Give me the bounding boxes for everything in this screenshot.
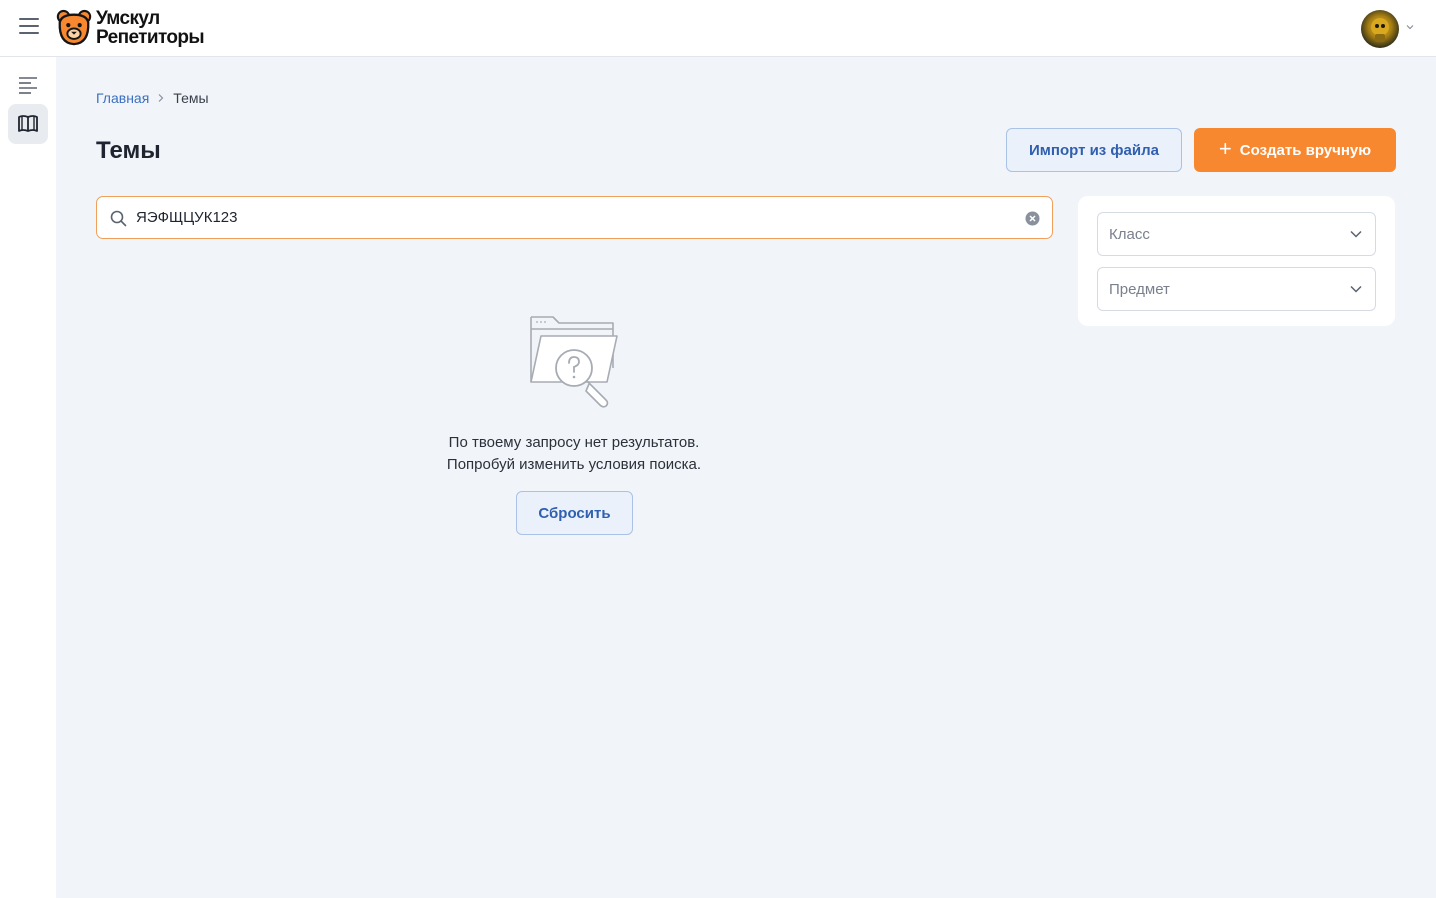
- breadcrumb: Главная Темы: [96, 90, 209, 106]
- sidebar-item-list[interactable]: [8, 65, 48, 105]
- search-box: [96, 196, 1053, 239]
- logo-title: Умскул: [96, 8, 160, 29]
- logo[interactable]: Умскул Репетиторы: [55, 8, 205, 48]
- chevron-right-icon: [158, 94, 164, 102]
- plus-icon: +: [1218, 136, 1232, 161]
- import-from-file-button[interactable]: Импорт из файла: [1006, 128, 1182, 172]
- chevron-down-icon[interactable]: [1405, 22, 1415, 32]
- sidebar-item-topics[interactable]: [8, 104, 48, 144]
- empty-state-message: По твоему запросу нет результатов. Попро…: [374, 432, 774, 476]
- empty-state-line1: По твоему запросу нет результатов.: [448, 434, 700, 451]
- page-title: Темы: [96, 137, 161, 164]
- user-avatar[interactable]: [1361, 10, 1399, 48]
- list-icon: [19, 77, 37, 94]
- hamburger-icon[interactable]: [19, 18, 41, 38]
- create-manually-button[interactable]: + Создать вручную: [1194, 128, 1396, 172]
- breadcrumb-current: Темы: [173, 90, 209, 106]
- bear-logo-icon: [56, 9, 92, 46]
- empty-state-line2: Попробуй изменить условия поиска.: [446, 456, 702, 473]
- chevron-down-icon: [1350, 285, 1362, 293]
- subject-select[interactable]: Предмет: [1097, 267, 1376, 311]
- breadcrumb-home-link[interactable]: Главная: [96, 90, 149, 106]
- search-input[interactable]: [136, 197, 1016, 238]
- top-bar: Умскул Репетиторы: [0, 0, 1436, 57]
- logo-subtitle: Репетиторы: [96, 27, 205, 48]
- chevron-down-icon: [1350, 230, 1362, 238]
- subject-select-placeholder: Предмет: [1109, 281, 1170, 298]
- sidebar: [0, 57, 56, 898]
- book-icon: [18, 115, 38, 132]
- class-select[interactable]: Класс: [1097, 212, 1376, 256]
- reset-search-button[interactable]: Сбросить: [516, 491, 633, 535]
- filters-panel: Класс Предмет: [1078, 196, 1395, 326]
- empty-folder-search-icon: [530, 316, 618, 408]
- create-manually-label: Создать вручную: [1239, 141, 1372, 159]
- clear-search-icon[interactable]: [1025, 211, 1040, 226]
- search-icon: [110, 210, 127, 227]
- avatar-image-icon: [1371, 18, 1389, 42]
- class-select-placeholder: Класс: [1109, 226, 1150, 243]
